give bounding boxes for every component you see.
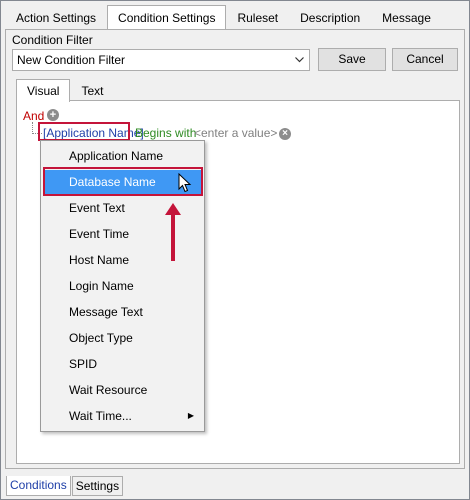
condition-filter-dropdown[interactable]: New Condition Filter bbox=[12, 49, 310, 71]
tab-conditions[interactable]: Conditions bbox=[6, 476, 71, 496]
tab-message[interactable]: Message bbox=[371, 7, 442, 29]
group-operator[interactable]: And bbox=[23, 109, 44, 123]
tab-description[interactable]: Description bbox=[289, 7, 371, 29]
triangle-right-icon: ▶ bbox=[187, 411, 194, 420]
menu-item-event-text[interactable]: Event Text bbox=[43, 196, 202, 220]
menu-item-host-name[interactable]: Host Name bbox=[43, 248, 202, 272]
top-tab-bar: Action Settings Condition Settings Rules… bbox=[5, 5, 442, 29]
condition-filter-value: New Condition Filter bbox=[17, 53, 126, 67]
menu-item-application-name[interactable]: Application Name bbox=[43, 144, 202, 168]
plus-circle-icon[interactable]: + bbox=[47, 109, 59, 121]
condition-operator[interactable]: Begins with bbox=[135, 126, 196, 140]
field-context-menu: Application Name Database Name Event Tex… bbox=[40, 140, 205, 432]
editor-mode-tabs: Visual Text bbox=[16, 79, 114, 102]
tab-settings[interactable]: Settings bbox=[71, 476, 124, 496]
chevron-down-icon[interactable] bbox=[293, 50, 305, 70]
menu-item-wait-time[interactable]: Wait Time... ▶ bbox=[43, 404, 202, 428]
tab-condition-settings[interactable]: Condition Settings bbox=[107, 5, 227, 29]
tab-ruleset[interactable]: Ruleset bbox=[226, 7, 289, 29]
tab-visual[interactable]: Visual bbox=[16, 79, 71, 102]
tab-text[interactable]: Text bbox=[70, 79, 114, 101]
menu-item-object-type[interactable]: Object Type bbox=[43, 326, 202, 350]
condition-value[interactable]: <enter a value> bbox=[194, 126, 277, 140]
menu-item-message-text[interactable]: Message Text bbox=[43, 300, 202, 324]
tree-connector bbox=[32, 122, 42, 134]
condition-filter-label: Condition Filter bbox=[12, 33, 93, 47]
menu-item-event-time[interactable]: Event Time bbox=[43, 222, 202, 246]
cancel-button[interactable]: Cancel bbox=[392, 48, 458, 71]
menu-item-spid[interactable]: SPID bbox=[43, 352, 202, 376]
bottom-tab-bar: Conditions Settings bbox=[6, 476, 124, 496]
condition-field[interactable]: [Application Name] bbox=[43, 126, 144, 140]
tab-action-settings[interactable]: Action Settings bbox=[5, 7, 107, 29]
menu-item-login-name[interactable]: Login Name bbox=[43, 274, 202, 298]
close-circle-icon[interactable]: × bbox=[279, 128, 291, 140]
menu-item-wait-resource[interactable]: Wait Resource bbox=[43, 378, 202, 402]
save-button[interactable]: Save bbox=[318, 48, 386, 71]
menu-item-wait-time-label: Wait Time... bbox=[69, 409, 132, 423]
menu-item-database-name[interactable]: Database Name bbox=[43, 170, 202, 194]
